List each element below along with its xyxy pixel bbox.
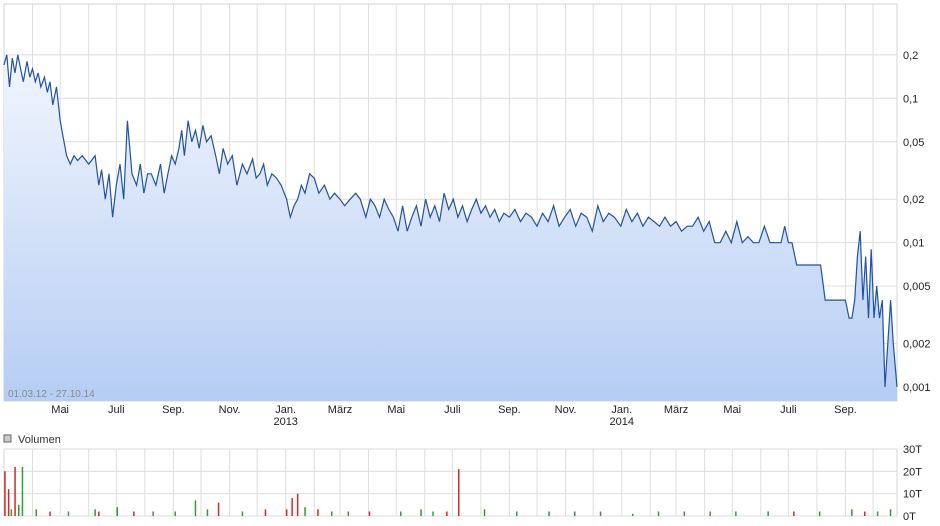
x-tick-label: Sep. <box>834 404 857 416</box>
volume-bar <box>317 509 319 516</box>
volume-bar <box>291 498 293 516</box>
price-panel: 0,2 0,1 0,05 0,02 0,01 0,005 0,002 0,001 Mai Jul… <box>3 3 931 428</box>
date-range-label: 01.03.12 - 27.10.14 <box>8 389 95 400</box>
volume-bar <box>10 509 13 516</box>
volume-bar <box>420 509 422 516</box>
price-y-axis: 0,2 0,1 0,05 0,02 0,01 0,005 0,002 0,001 <box>903 50 931 394</box>
volume-bar <box>133 511 135 516</box>
volume-bar <box>864 511 866 516</box>
volume-y-axis: 30T 20T 10T 0T <box>903 444 922 523</box>
x-tick-label: Mai <box>723 404 741 416</box>
x-tick-label: März <box>664 404 688 416</box>
volume-bar <box>516 511 518 516</box>
volume-bar <box>818 511 821 516</box>
volume-bar <box>657 511 660 516</box>
volume-bar <box>49 511 51 516</box>
volume-bar <box>574 511 576 516</box>
x-tick-label: Mai <box>51 404 69 416</box>
y-tick-label: 0,01 <box>903 238 924 250</box>
volume-bar <box>767 511 769 516</box>
volume-bar <box>67 511 70 516</box>
x-tick-label: Juli <box>444 404 461 416</box>
y-tick-label: 0,05 <box>903 137 924 149</box>
volume-bar <box>446 511 448 516</box>
volume-bar <box>98 511 100 516</box>
volume-y-tick-label: 30T <box>903 444 922 456</box>
chart-canvas: 0,2 0,1 0,05 0,02 0,01 0,005 0,002 0,001 Mai Jul… <box>3 3 931 523</box>
volume-bar <box>7 489 10 516</box>
volume-y-tick-label: 0T <box>903 511 916 523</box>
x-tick-label: Juli <box>108 404 125 416</box>
x-tick-label: Mai <box>387 404 405 416</box>
x-tick-year-label: 2013 <box>273 416 297 428</box>
volume-bar <box>4 471 6 516</box>
volume-bar <box>483 509 486 516</box>
volume-bar <box>735 511 737 516</box>
volume-bar <box>14 466 16 516</box>
volume-bar <box>285 509 288 516</box>
volume-panel: Volumen 30T 20T 10T 0T <box>3 434 922 523</box>
volume-bar <box>889 509 892 516</box>
x-tick-year-label: 2014 <box>609 416 633 428</box>
volume-bar <box>400 511 402 516</box>
volume-bar <box>331 511 333 516</box>
volume-bar <box>18 504 20 516</box>
volume-bar <box>35 509 37 516</box>
y-tick-label: 0,2 <box>903 50 918 62</box>
volume-bar <box>94 509 96 516</box>
volume-bar <box>632 513 634 516</box>
volume-bar <box>548 511 550 516</box>
volume-bar <box>347 511 350 516</box>
y-tick-label: 0,005 <box>903 281 931 293</box>
volume-plot-frame <box>3 448 898 517</box>
volume-bar <box>296 493 299 516</box>
x-tick-label: Sep. <box>498 404 521 416</box>
volume-bar <box>194 500 197 516</box>
volume-bar <box>241 511 244 516</box>
volume-bar <box>683 511 686 516</box>
y-tick-label: 0,1 <box>903 93 918 105</box>
y-tick-label: 0,002 <box>903 339 931 351</box>
volume-bar <box>174 511 176 516</box>
volume-bar <box>709 511 711 516</box>
volume-bar <box>152 511 154 516</box>
volume-bar <box>851 509 853 516</box>
volume-bar <box>458 469 460 516</box>
x-tick-label: Juli <box>780 404 797 416</box>
volume-bar <box>21 466 24 516</box>
volume-legend-label: Volumen <box>18 434 61 446</box>
volume-bar <box>304 507 306 516</box>
x-tick-label: Jan. <box>275 404 296 416</box>
volume-bar <box>116 507 118 516</box>
x-tick-label: Nov. <box>219 404 241 416</box>
volume-bar <box>793 511 795 516</box>
volume-bar <box>264 509 267 516</box>
volume-bar <box>432 511 434 516</box>
x-tick-label: Nov. <box>555 404 577 416</box>
volume-y-tick-label: 10T <box>903 489 922 501</box>
volume-bar <box>217 502 220 516</box>
volume-bar <box>206 509 209 516</box>
x-tick-label: Jan. <box>611 404 632 416</box>
price-x-axis: Mai Juli Sep. Nov. Jan.2013März Mai Juli Sep. No… <box>51 404 856 428</box>
volume-bar <box>876 511 879 516</box>
x-tick-label: Sep. <box>162 404 185 416</box>
volume-bar <box>368 511 371 516</box>
y-tick-label: 0,001 <box>903 382 931 394</box>
volume-bar <box>599 511 602 516</box>
volume-y-tick-label: 20T <box>903 466 922 478</box>
y-tick-label: 0,02 <box>903 194 924 206</box>
volume-legend-swatch-icon <box>3 434 12 443</box>
x-tick-label: März <box>328 404 352 416</box>
